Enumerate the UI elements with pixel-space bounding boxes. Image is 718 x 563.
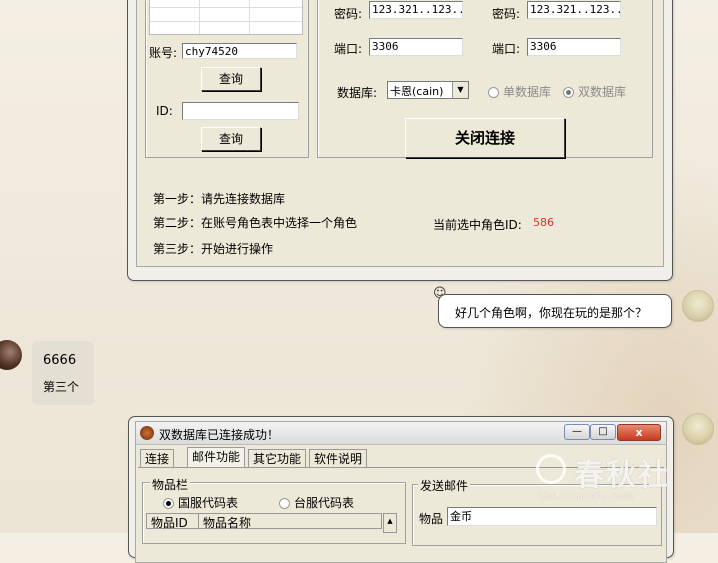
port-input-1[interactable]: 3306 bbox=[369, 38, 463, 56]
window-title: 双数据库已连接成功！ bbox=[159, 428, 280, 442]
item-list-header: 物品ID 物品名称 bbox=[146, 513, 382, 531]
password-label-1: 密码: bbox=[334, 7, 363, 21]
step-1-text: 第一步：请先连接数据库 bbox=[153, 192, 286, 206]
item-input[interactable]: 金币 bbox=[447, 507, 657, 526]
database-label: 数据库: bbox=[337, 86, 378, 100]
query-button[interactable]: 查询 bbox=[201, 67, 261, 91]
current-role-label: 当前选中角色ID: bbox=[433, 218, 522, 232]
radio-tw-label: 台服代码表 bbox=[294, 496, 355, 510]
close-connection-button[interactable]: 关闭连接 bbox=[405, 118, 565, 158]
password-input-2[interactable]: 123.321..123... bbox=[527, 1, 621, 19]
col-item-id[interactable]: 物品ID bbox=[151, 514, 188, 531]
step-3-text: 第三步：开始进行操作 bbox=[153, 242, 274, 256]
account-group: 账号: chy74520 查询 ID: 查询 bbox=[145, 0, 309, 158]
title-bar: 双数据库已连接成功！ — □ x bbox=[136, 422, 666, 445]
avatar-right[interactable] bbox=[682, 290, 714, 322]
dual-db-radio[interactable]: 双数据库 bbox=[563, 83, 626, 100]
port-label-1: 端口: bbox=[334, 42, 363, 56]
port-label-2: 端口: bbox=[492, 42, 521, 56]
database-selected-value: 卡恩(cain) bbox=[390, 85, 444, 98]
minimize-icon[interactable]: — bbox=[564, 424, 590, 440]
col-item-name[interactable]: 物品名称 bbox=[203, 514, 251, 531]
app-icon bbox=[140, 426, 154, 440]
message-bubble-left: 6666 第三个 bbox=[32, 341, 94, 405]
port-input-2[interactable]: 3306 bbox=[527, 38, 621, 56]
tab-mail[interactable]: 邮件功能 bbox=[187, 447, 246, 468]
connection-group: 密码: 123.321..123... 密码: 123.321..123... … bbox=[317, 0, 653, 158]
password-input-1[interactable]: 123.321..123... bbox=[369, 1, 463, 19]
radio-icon bbox=[488, 87, 499, 98]
scrollbar[interactable]: ▲ bbox=[383, 513, 397, 533]
message-text-right: 好几个角色啊，你现在玩的是那个？ bbox=[455, 306, 648, 320]
chevron-down-icon[interactable]: ▼ bbox=[452, 82, 468, 98]
radio-cn[interactable]: 国服代码表 bbox=[163, 494, 238, 511]
account-input[interactable]: chy74520 bbox=[182, 43, 297, 59]
query-id-button[interactable]: 查询 bbox=[201, 127, 261, 151]
message-text-left-2: 第三个 bbox=[43, 380, 80, 394]
avatar-left[interactable] bbox=[0, 340, 22, 370]
radio-icon bbox=[279, 498, 290, 509]
single-db-radio[interactable]: 单数据库 bbox=[488, 83, 551, 100]
id-label: ID: bbox=[156, 104, 173, 118]
radio-tw[interactable]: 台服代码表 bbox=[279, 494, 354, 511]
tab-other[interactable]: 其它功能 bbox=[248, 449, 307, 468]
item-label: 物品 bbox=[419, 512, 444, 526]
watermark-name: 春秋社 bbox=[574, 458, 670, 493]
radio-cn-label: 国服代码表 bbox=[178, 496, 239, 510]
password-label-2: 密码: bbox=[492, 7, 521, 21]
col-divider bbox=[198, 514, 199, 528]
message-bubble-right: 好几个角色啊，你现在玩的是那个？ bbox=[438, 294, 672, 328]
account-label: 账号: bbox=[149, 46, 178, 60]
current-role-value: 586 bbox=[533, 216, 554, 229]
watermark-url: bbs.ichunqiu.com bbox=[538, 492, 634, 502]
dual-db-label: 双数据库 bbox=[578, 85, 627, 99]
radio-selected-icon bbox=[163, 498, 174, 509]
database-select[interactable]: 卡恩(cain) ▼ bbox=[387, 81, 469, 99]
id-input[interactable] bbox=[182, 102, 299, 120]
single-db-label: 单数据库 bbox=[503, 85, 552, 99]
tab-help[interactable]: 软件说明 bbox=[309, 449, 368, 468]
step-2-text: 第二步：在账号角色表中选择一个角色 bbox=[153, 216, 358, 230]
maximize-icon[interactable]: □ bbox=[590, 424, 616, 440]
db-tool-window: 账号: chy74520 查询 ID: 查询 密码: 123.321..123.… bbox=[136, 0, 664, 267]
account-table bbox=[149, 0, 303, 35]
close-icon[interactable]: x bbox=[617, 424, 661, 441]
avatar-right-2[interactable] bbox=[682, 413, 714, 445]
radio-selected-icon bbox=[563, 87, 574, 98]
item-group-title: 物品栏 bbox=[150, 476, 191, 493]
watermark-logo-icon bbox=[536, 454, 566, 484]
mail-group-title: 发送邮件 bbox=[418, 477, 471, 494]
screenshot-bubble-upper: 账号: chy74520 查询 ID: 查询 密码: 123.321..123.… bbox=[127, 0, 673, 281]
tab-connect[interactable]: 连接 bbox=[140, 449, 175, 468]
message-text-left-1: 6666 bbox=[43, 353, 77, 368]
